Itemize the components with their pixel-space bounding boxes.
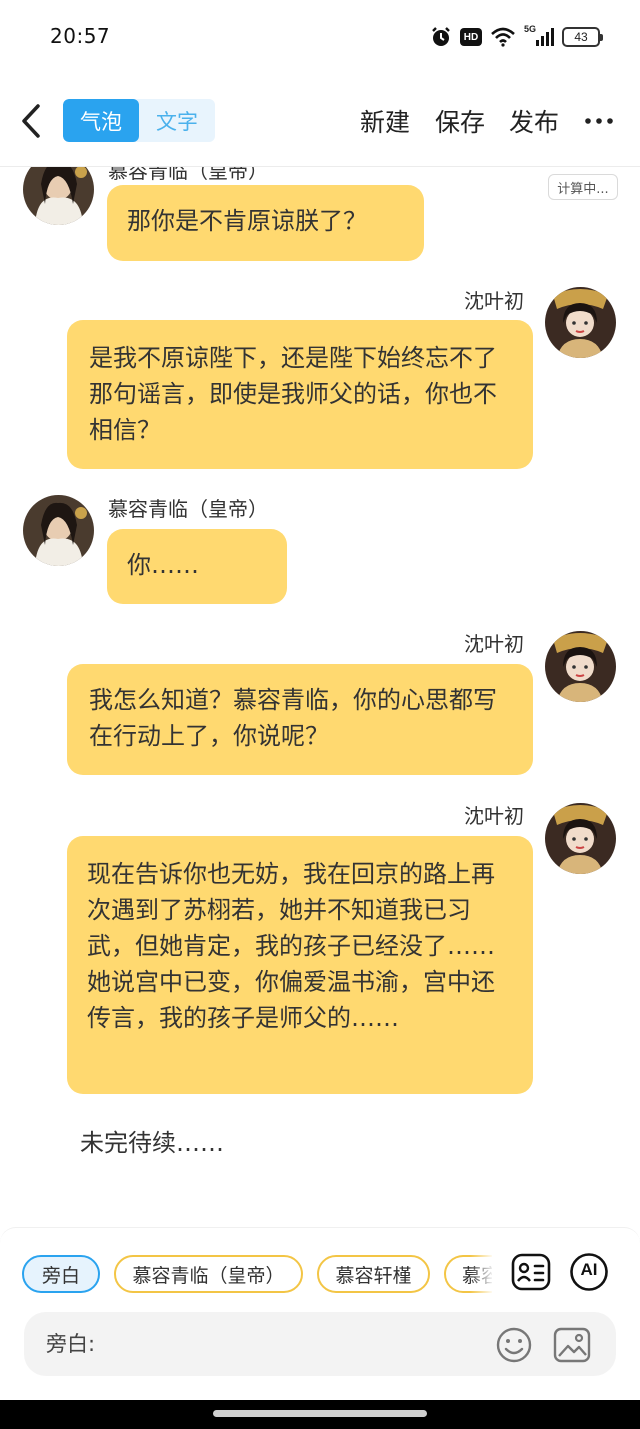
save-button[interactable]: 保存: [435, 103, 485, 139]
message-input-bar: [24, 1312, 616, 1376]
image-icon: [553, 1327, 591, 1363]
compose-panel: 旁白 慕容青临（皇帝） 慕容轩槿 慕容 AI: [0, 1227, 640, 1400]
message-bubble[interactable]: 是我不原谅陛下，还是陛下始终忘不了那句谣言，即使是我师父的话，你也不相信？: [67, 320, 533, 469]
message-bubble[interactable]: 那你是不肯原谅朕了？: [107, 185, 424, 261]
system-nav-bar: [0, 1400, 640, 1429]
wifi-icon: [490, 27, 516, 47]
hd-icon: HD: [460, 28, 482, 46]
more-button[interactable]: [584, 105, 614, 135]
ai-label: AI: [580, 1260, 598, 1279]
battery-icon: 43: [562, 27, 603, 47]
top-toolbar: 气泡 文字 新建 保存 发布: [0, 75, 640, 167]
avatar-shen-yechu[interactable]: [545, 631, 616, 702]
back-button[interactable]: [18, 103, 48, 139]
chevron-left-icon: [22, 104, 40, 138]
publish-button[interactable]: 发布: [509, 103, 559, 139]
speaker-name: 沈叶初: [464, 804, 524, 828]
status-time: 20:57: [50, 24, 111, 48]
image-button[interactable]: [552, 1325, 592, 1365]
message-bubble[interactable]: 你……: [107, 529, 287, 604]
ai-button[interactable]: AI: [569, 1252, 609, 1292]
role-card-button[interactable]: [511, 1252, 551, 1292]
role-chip-murong-xuanjin[interactable]: 慕容轩槿: [317, 1255, 430, 1293]
message-bubble[interactable]: 现在告诉你也无妨，我在回京的路上再次遇到了苏栩若，她并不知道我已习武，但她肯定，…: [67, 836, 533, 1094]
role-chip-murong-qinglin[interactable]: 慕容青临（皇帝）: [114, 1255, 303, 1293]
narration-text[interactable]: 未完待续……: [80, 1123, 224, 1158]
speaker-name: 慕容青临（皇帝）: [108, 497, 268, 521]
alarm-icon: [430, 26, 452, 48]
tab-bubble[interactable]: 气泡: [63, 99, 139, 142]
avatar-murong-qinglin[interactable]: [23, 167, 94, 225]
smiley-icon: [496, 1327, 532, 1363]
speaker-name: 慕容青临（皇帝）: [108, 167, 268, 183]
speaker-name: 沈叶初: [464, 632, 524, 656]
home-indicator[interactable]: [213, 1410, 427, 1417]
avatar-murong-qinglin[interactable]: [23, 495, 94, 566]
role-chip-narration[interactable]: 旁白: [22, 1255, 100, 1293]
more-dots-icon: [585, 118, 613, 124]
contact-card-icon: [511, 1253, 551, 1291]
avatar-shen-yechu[interactable]: [545, 287, 616, 358]
message-input[interactable]: [46, 1312, 486, 1376]
chat-area: 慕容青临（皇帝） 计算中... 那你是不肯原谅朕了？ 沈叶初 是我不原谅陛下，还…: [0, 167, 640, 1227]
speaker-name: 沈叶初: [464, 289, 524, 313]
tab-text[interactable]: 文字: [139, 99, 215, 142]
status-bar: 20:57 HD 5G 43: [0, 0, 640, 75]
message-bubble[interactable]: 我怎么知道？慕容青临，你的心思都写在行动上了，你说呢？: [67, 664, 533, 775]
emoji-button[interactable]: [494, 1325, 534, 1365]
cellular-signal-icon: 5G: [524, 24, 554, 48]
avatar-shen-yechu[interactable]: [545, 803, 616, 874]
status-badge: 计算中...: [548, 174, 618, 200]
chip-fade: [470, 1250, 494, 1300]
new-button[interactable]: 新建: [360, 103, 410, 139]
mode-switch: 气泡 文字: [63, 99, 215, 142]
status-icons: HD 5G 43: [430, 24, 603, 50]
